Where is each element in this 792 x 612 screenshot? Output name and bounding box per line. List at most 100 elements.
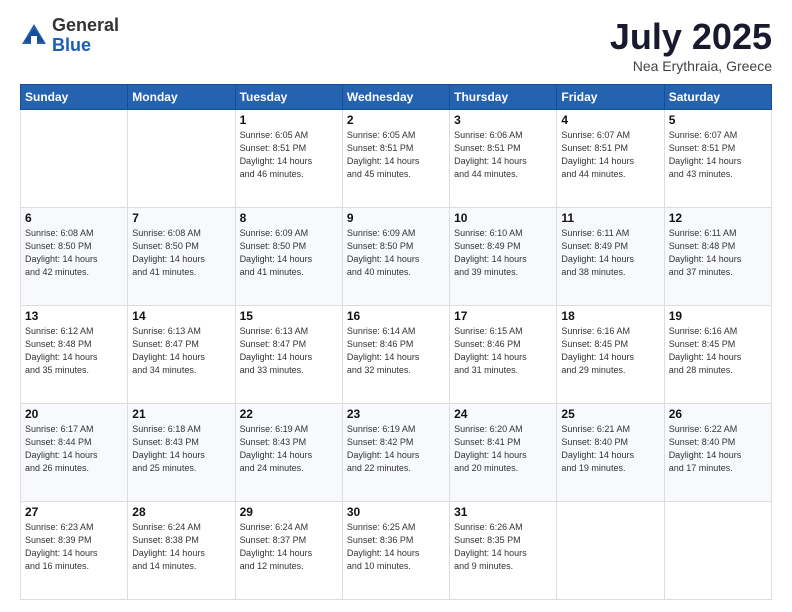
calendar-week-row: 13 Sunrise: 6:12 AM Sunset: 8:48 PM Dayli…	[21, 306, 772, 404]
day-info: Sunrise: 6:05 AM Sunset: 8:51 PM Dayligh…	[240, 129, 338, 181]
day-number: 20	[25, 407, 123, 421]
title-block: July 2025 Nea Erythraia, Greece	[610, 16, 772, 74]
day-number: 1	[240, 113, 338, 127]
day-number: 18	[561, 309, 659, 323]
day-number: 28	[132, 505, 230, 519]
day-info: Sunrise: 6:22 AM Sunset: 8:40 PM Dayligh…	[669, 423, 767, 475]
day-info: Sunrise: 6:23 AM Sunset: 8:39 PM Dayligh…	[25, 521, 123, 573]
day-info: Sunrise: 6:21 AM Sunset: 8:40 PM Dayligh…	[561, 423, 659, 475]
day-info: Sunrise: 6:12 AM Sunset: 8:48 PM Dayligh…	[25, 325, 123, 377]
day-number: 26	[669, 407, 767, 421]
table-row: 18 Sunrise: 6:16 AM Sunset: 8:45 PM Dayli…	[557, 306, 664, 404]
table-row: 12Sunrise: 6:11 AM Sunset: 8:48 PM Dayli…	[664, 208, 771, 306]
day-info: Sunrise: 6:05 AM Sunset: 8:51 PM Dayligh…	[347, 129, 445, 181]
table-row: 1 Sunrise: 6:05 AM Sunset: 8:51 PM Daylig…	[235, 110, 342, 208]
day-number: 21	[132, 407, 230, 421]
day-info: Sunrise: 6:13 AM Sunset: 8:47 PM Dayligh…	[240, 325, 338, 377]
table-row: 11 Sunrise: 6:11 AM Sunset: 8:49 PM Dayli…	[557, 208, 664, 306]
day-number: 31	[454, 505, 552, 519]
day-info: Sunrise: 6:16 AM Sunset: 8:45 PM Dayligh…	[669, 325, 767, 377]
day-info: Sunrise: 6:25 AM Sunset: 8:36 PM Dayligh…	[347, 521, 445, 573]
table-row: 31Sunrise: 6:26 AM Sunset: 8:35 PM Dayli…	[450, 502, 557, 600]
month-title: July 2025	[610, 16, 772, 58]
logo-text: General Blue	[52, 16, 119, 56]
table-row	[664, 502, 771, 600]
table-row: 15Sunrise: 6:13 AM Sunset: 8:47 PM Dayli…	[235, 306, 342, 404]
location: Nea Erythraia, Greece	[610, 58, 772, 74]
day-number: 30	[347, 505, 445, 519]
table-row: 29 Sunrise: 6:24 AM Sunset: 8:37 PM Dayli…	[235, 502, 342, 600]
day-info: Sunrise: 6:09 AM Sunset: 8:50 PM Dayligh…	[240, 227, 338, 279]
day-info: Sunrise: 6:24 AM Sunset: 8:37 PM Dayligh…	[240, 521, 338, 573]
day-number: 22	[240, 407, 338, 421]
table-row: 13 Sunrise: 6:12 AM Sunset: 8:48 PM Dayli…	[21, 306, 128, 404]
day-number: 2	[347, 113, 445, 127]
day-info: Sunrise: 6:19 AM Sunset: 8:43 PM Dayligh…	[240, 423, 338, 475]
col-saturday: Saturday	[664, 85, 771, 110]
day-number: 3	[454, 113, 552, 127]
table-row	[21, 110, 128, 208]
day-number: 14	[132, 309, 230, 323]
day-info: Sunrise: 6:07 AM Sunset: 8:51 PM Dayligh…	[561, 129, 659, 181]
table-row	[128, 110, 235, 208]
day-info: Sunrise: 6:11 AM Sunset: 8:49 PM Dayligh…	[561, 227, 659, 279]
day-number: 11	[561, 211, 659, 225]
day-number: 5	[669, 113, 767, 127]
day-number: 12	[669, 211, 767, 225]
table-row: 10Sunrise: 6:10 AM Sunset: 8:49 PM Dayli…	[450, 208, 557, 306]
calendar-week-row: 1 Sunrise: 6:05 AM Sunset: 8:51 PM Daylig…	[21, 110, 772, 208]
table-row: 16Sunrise: 6:14 AM Sunset: 8:46 PM Dayli…	[342, 306, 449, 404]
calendar-week-row: 27Sunrise: 6:23 AM Sunset: 8:39 PM Dayli…	[21, 502, 772, 600]
day-number: 17	[454, 309, 552, 323]
calendar-header-row: Sunday Monday Tuesday Wednesday Thursday…	[21, 85, 772, 110]
day-info: Sunrise: 6:13 AM Sunset: 8:47 PM Dayligh…	[132, 325, 230, 377]
day-number: 23	[347, 407, 445, 421]
table-row: 25Sunrise: 6:21 AM Sunset: 8:40 PM Dayli…	[557, 404, 664, 502]
day-info: Sunrise: 6:17 AM Sunset: 8:44 PM Dayligh…	[25, 423, 123, 475]
logo: General Blue	[20, 16, 119, 56]
calendar-week-row: 20 Sunrise: 6:17 AM Sunset: 8:44 PM Dayli…	[21, 404, 772, 502]
day-info: Sunrise: 6:24 AM Sunset: 8:38 PM Dayligh…	[132, 521, 230, 573]
table-row: 21Sunrise: 6:18 AM Sunset: 8:43 PM Dayli…	[128, 404, 235, 502]
table-row: 20 Sunrise: 6:17 AM Sunset: 8:44 PM Dayli…	[21, 404, 128, 502]
day-number: 7	[132, 211, 230, 225]
day-info: Sunrise: 6:09 AM Sunset: 8:50 PM Dayligh…	[347, 227, 445, 279]
col-monday: Monday	[128, 85, 235, 110]
table-row: 3 Sunrise: 6:06 AM Sunset: 8:51 PM Daylig…	[450, 110, 557, 208]
day-number: 16	[347, 309, 445, 323]
day-number: 29	[240, 505, 338, 519]
table-row: 7Sunrise: 6:08 AM Sunset: 8:50 PM Daylig…	[128, 208, 235, 306]
page: General Blue July 2025 Nea Erythraia, Gr…	[0, 0, 792, 612]
day-info: Sunrise: 6:16 AM Sunset: 8:45 PM Dayligh…	[561, 325, 659, 377]
logo-icon	[20, 22, 48, 50]
table-row: 23 Sunrise: 6:19 AM Sunset: 8:42 PM Dayli…	[342, 404, 449, 502]
table-row: 14 Sunrise: 6:13 AM Sunset: 8:47 PM Dayli…	[128, 306, 235, 404]
header: General Blue July 2025 Nea Erythraia, Gr…	[20, 16, 772, 74]
table-row: 2 Sunrise: 6:05 AM Sunset: 8:51 PM Daylig…	[342, 110, 449, 208]
table-row: 27Sunrise: 6:23 AM Sunset: 8:39 PM Dayli…	[21, 502, 128, 600]
table-row: 4Sunrise: 6:07 AM Sunset: 8:51 PM Daylig…	[557, 110, 664, 208]
table-row: 28 Sunrise: 6:24 AM Sunset: 8:38 PM Dayli…	[128, 502, 235, 600]
table-row: 17 Sunrise: 6:15 AM Sunset: 8:46 PM Dayli…	[450, 306, 557, 404]
table-row: 9Sunrise: 6:09 AM Sunset: 8:50 PM Daylig…	[342, 208, 449, 306]
col-wednesday: Wednesday	[342, 85, 449, 110]
col-sunday: Sunday	[21, 85, 128, 110]
table-row: 8Sunrise: 6:09 AM Sunset: 8:50 PM Daylig…	[235, 208, 342, 306]
day-info: Sunrise: 6:15 AM Sunset: 8:46 PM Dayligh…	[454, 325, 552, 377]
table-row: 19Sunrise: 6:16 AM Sunset: 8:45 PM Dayli…	[664, 306, 771, 404]
day-number: 6	[25, 211, 123, 225]
col-tuesday: Tuesday	[235, 85, 342, 110]
day-info: Sunrise: 6:20 AM Sunset: 8:41 PM Dayligh…	[454, 423, 552, 475]
day-info: Sunrise: 6:07 AM Sunset: 8:51 PM Dayligh…	[669, 129, 767, 181]
table-row: 24Sunrise: 6:20 AM Sunset: 8:41 PM Dayli…	[450, 404, 557, 502]
day-info: Sunrise: 6:08 AM Sunset: 8:50 PM Dayligh…	[25, 227, 123, 279]
day-info: Sunrise: 6:06 AM Sunset: 8:51 PM Dayligh…	[454, 129, 552, 181]
day-info: Sunrise: 6:10 AM Sunset: 8:49 PM Dayligh…	[454, 227, 552, 279]
table-row	[557, 502, 664, 600]
day-info: Sunrise: 6:19 AM Sunset: 8:42 PM Dayligh…	[347, 423, 445, 475]
table-row: 5 Sunrise: 6:07 AM Sunset: 8:51 PM Daylig…	[664, 110, 771, 208]
logo-general: General	[52, 15, 119, 35]
day-number: 13	[25, 309, 123, 323]
table-row: 22 Sunrise: 6:19 AM Sunset: 8:43 PM Dayli…	[235, 404, 342, 502]
col-thursday: Thursday	[450, 85, 557, 110]
